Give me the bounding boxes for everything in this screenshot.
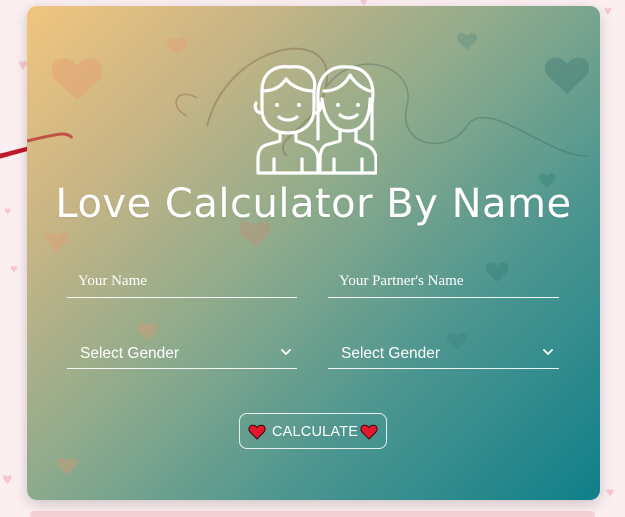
background-heart-icon: ♥ — [606, 484, 615, 500]
background-heart-icon: ♥ — [2, 469, 13, 489]
calculate-button[interactable]: CALCULATE — [239, 413, 387, 449]
your-name-input[interactable]: Your Name — [67, 265, 297, 298]
your-name-placeholder: Your Name — [78, 273, 147, 289]
background-heart-icon: ♥ — [10, 261, 18, 276]
background-heart-icon: ♥ — [4, 204, 12, 218]
page-title: Love Calculator By Name — [55, 181, 572, 227]
partner-gender-selected-value: Select Gender — [341, 345, 441, 362]
background-heart-icon: ♥ — [604, 3, 612, 18]
calculator-card: Love Calculator By Name Your Name Your P… — [27, 6, 600, 500]
couple-icon — [253, 65, 377, 175]
red-heart-icon — [360, 424, 378, 440]
partner-name-placeholder: Your Partner's Name — [339, 273, 464, 289]
page-bottom-strip — [30, 511, 595, 517]
chevron-down-icon — [281, 349, 291, 355]
red-heart-icon — [248, 424, 266, 440]
chevron-down-icon — [543, 349, 553, 355]
partner-gender-select[interactable]: Select Gender — [328, 336, 559, 369]
partner-name-input[interactable]: Your Partner's Name — [328, 265, 559, 298]
your-gender-select[interactable]: Select Gender — [67, 336, 297, 369]
your-gender-selected-value: Select Gender — [80, 345, 180, 362]
calculate-label: CALCULATE — [272, 424, 359, 440]
